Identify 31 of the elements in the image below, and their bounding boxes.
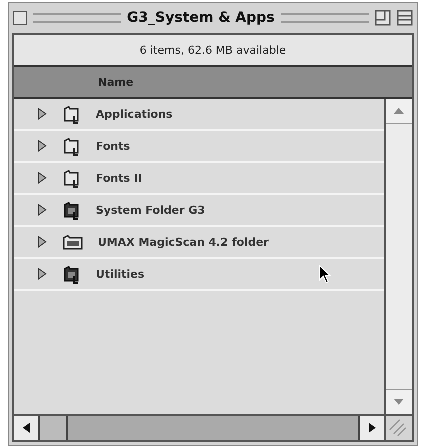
- disclosure-triangle[interactable]: [36, 204, 48, 216]
- folder-icon: [62, 136, 82, 156]
- disclosure-triangle[interactable]: [36, 268, 48, 280]
- disclosure-triangle[interactable]: [36, 172, 48, 184]
- disclosure-triangle[interactable]: [36, 140, 48, 152]
- vertical-scrollbar[interactable]: [384, 99, 412, 414]
- disclosure-triangle[interactable]: [36, 108, 48, 120]
- system-folder-icon: [62, 200, 82, 220]
- column-header[interactable]: Name: [14, 67, 412, 97]
- right-arrow-icon[interactable]: [368, 423, 376, 433]
- scroll-thumb[interactable]: [38, 416, 68, 440]
- folder-icon: [62, 232, 84, 252]
- folder-icon: [62, 168, 82, 188]
- status-text: 6 items, 62.6 MB available: [14, 35, 412, 67]
- window-title: G3_System & Apps: [127, 10, 275, 26]
- file-name[interactable]: UMAX MagicScan 4.2 folder: [98, 236, 269, 248]
- left-arrow-icon[interactable]: [22, 423, 30, 433]
- file-name[interactable]: Utilities: [96, 268, 145, 280]
- close-box[interactable]: [13, 11, 27, 25]
- zoom-box-icon[interactable]: [375, 10, 391, 26]
- file-name[interactable]: Applications: [96, 108, 173, 120]
- collapse-box-icon[interactable]: [397, 10, 413, 26]
- up-arrow-icon[interactable]: [394, 108, 404, 114]
- file-name[interactable]: System Folder G3: [96, 204, 206, 216]
- down-arrow-icon[interactable]: [394, 399, 404, 405]
- file-name[interactable]: Fonts II: [96, 172, 142, 184]
- disclosure-triangle[interactable]: [36, 236, 48, 248]
- cursor-icon: [319, 265, 333, 285]
- folder-icon: [62, 104, 82, 124]
- system-folder-icon: [62, 264, 82, 284]
- file-name[interactable]: Fonts: [96, 140, 130, 152]
